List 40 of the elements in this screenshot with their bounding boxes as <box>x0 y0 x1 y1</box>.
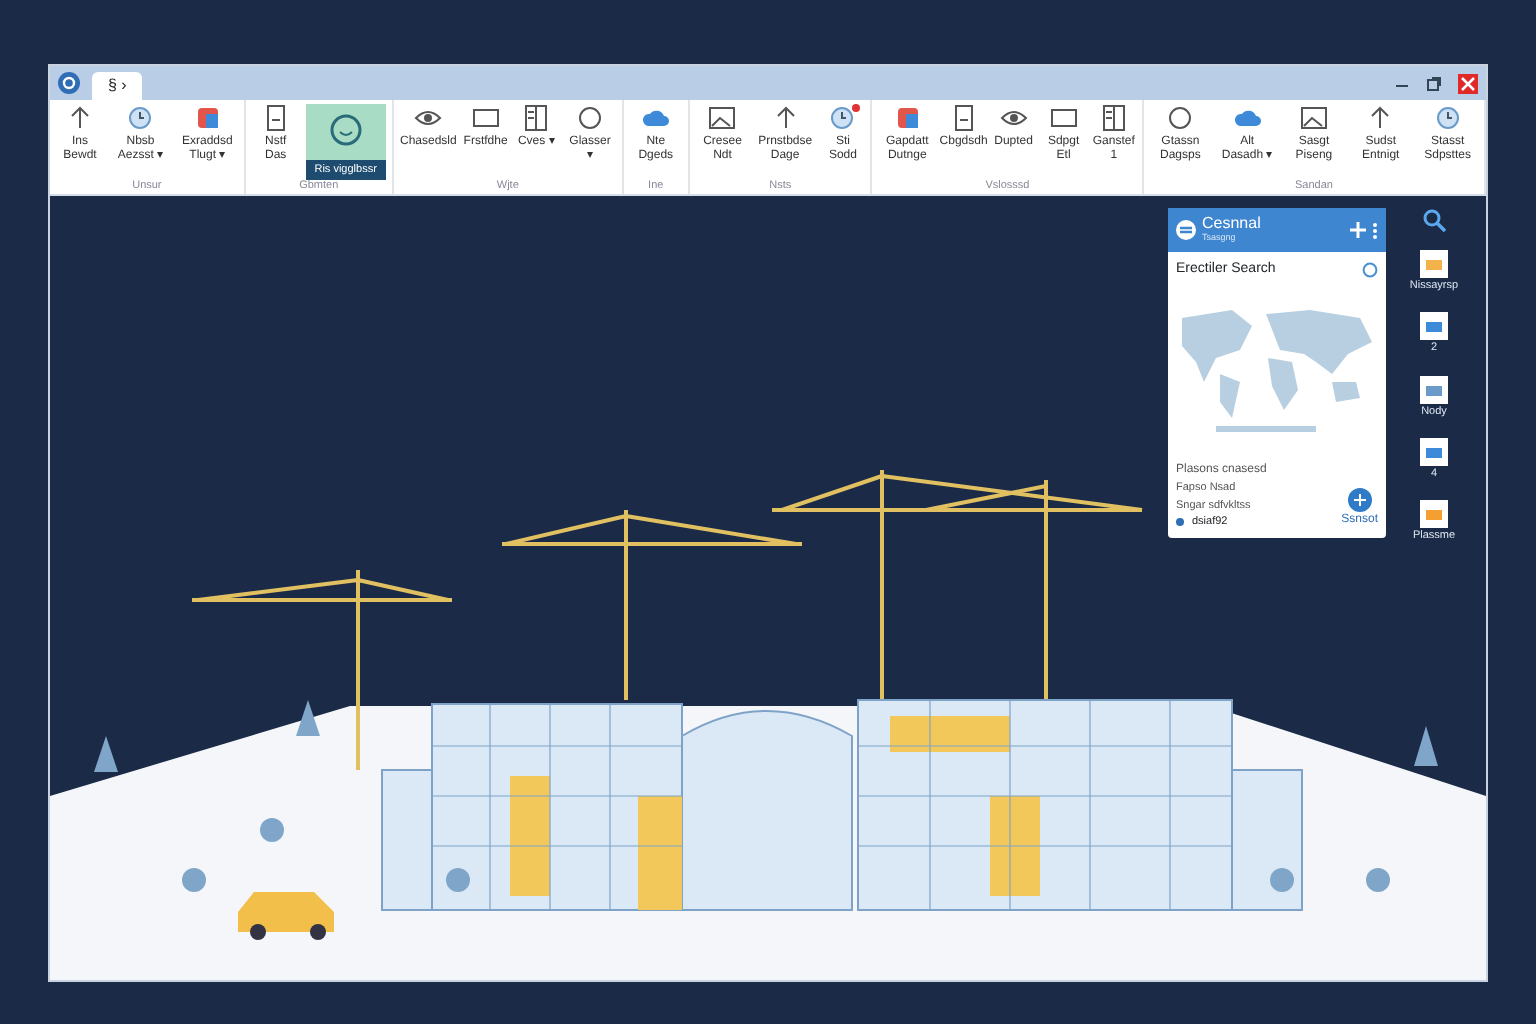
search-icon[interactable] <box>1422 208 1446 232</box>
status-dot <box>1176 517 1184 526</box>
pine-tree-icon <box>1414 726 1438 766</box>
clock-icon <box>828 104 857 132</box>
tree-icon <box>182 868 206 892</box>
clock-icon <box>1433 104 1462 132</box>
close-icon[interactable] <box>1458 73 1478 93</box>
tree-icon <box>446 868 470 892</box>
monitor-icon <box>471 104 500 132</box>
panel-title: Cesnnal <box>1202 215 1261 232</box>
window-tab[interactable]: § › <box>92 72 143 100</box>
document-icon <box>949 104 978 132</box>
clock-icon <box>126 104 155 132</box>
tool-tile-icon[interactable] <box>1420 500 1448 528</box>
tree-icon <box>1270 868 1294 892</box>
pine-tree-icon <box>94 736 118 772</box>
columns-icon <box>522 104 551 132</box>
picture-icon <box>708 104 737 132</box>
monitor-icon <box>1049 104 1078 132</box>
circle-icon <box>576 104 605 132</box>
circle-icon <box>1166 104 1195 132</box>
car-icon <box>238 892 334 940</box>
cube-icon <box>193 104 222 132</box>
columns-icon <box>1099 104 1128 132</box>
logo-icon <box>1176 220 1196 240</box>
restore-icon[interactable] <box>1426 75 1442 91</box>
cube-icon <box>893 104 922 132</box>
plus-icon[interactable] <box>1350 222 1366 238</box>
more-icon[interactable] <box>1372 221 1378 239</box>
tool-tile-icon[interactable] <box>1420 250 1448 278</box>
pine-tree-icon <box>296 700 320 736</box>
app-logo-icon <box>58 72 80 94</box>
tool-tile-icon[interactable] <box>1420 312 1448 341</box>
document-icon <box>261 104 290 132</box>
tree-icon <box>1366 868 1390 892</box>
tool-tile-icon[interactable] <box>1420 437 1448 466</box>
picture-icon <box>1299 104 1328 132</box>
refresh-icon[interactable] <box>1362 262 1378 279</box>
tool-tile-icon[interactable] <box>1420 375 1448 403</box>
tree-icon <box>260 818 284 842</box>
